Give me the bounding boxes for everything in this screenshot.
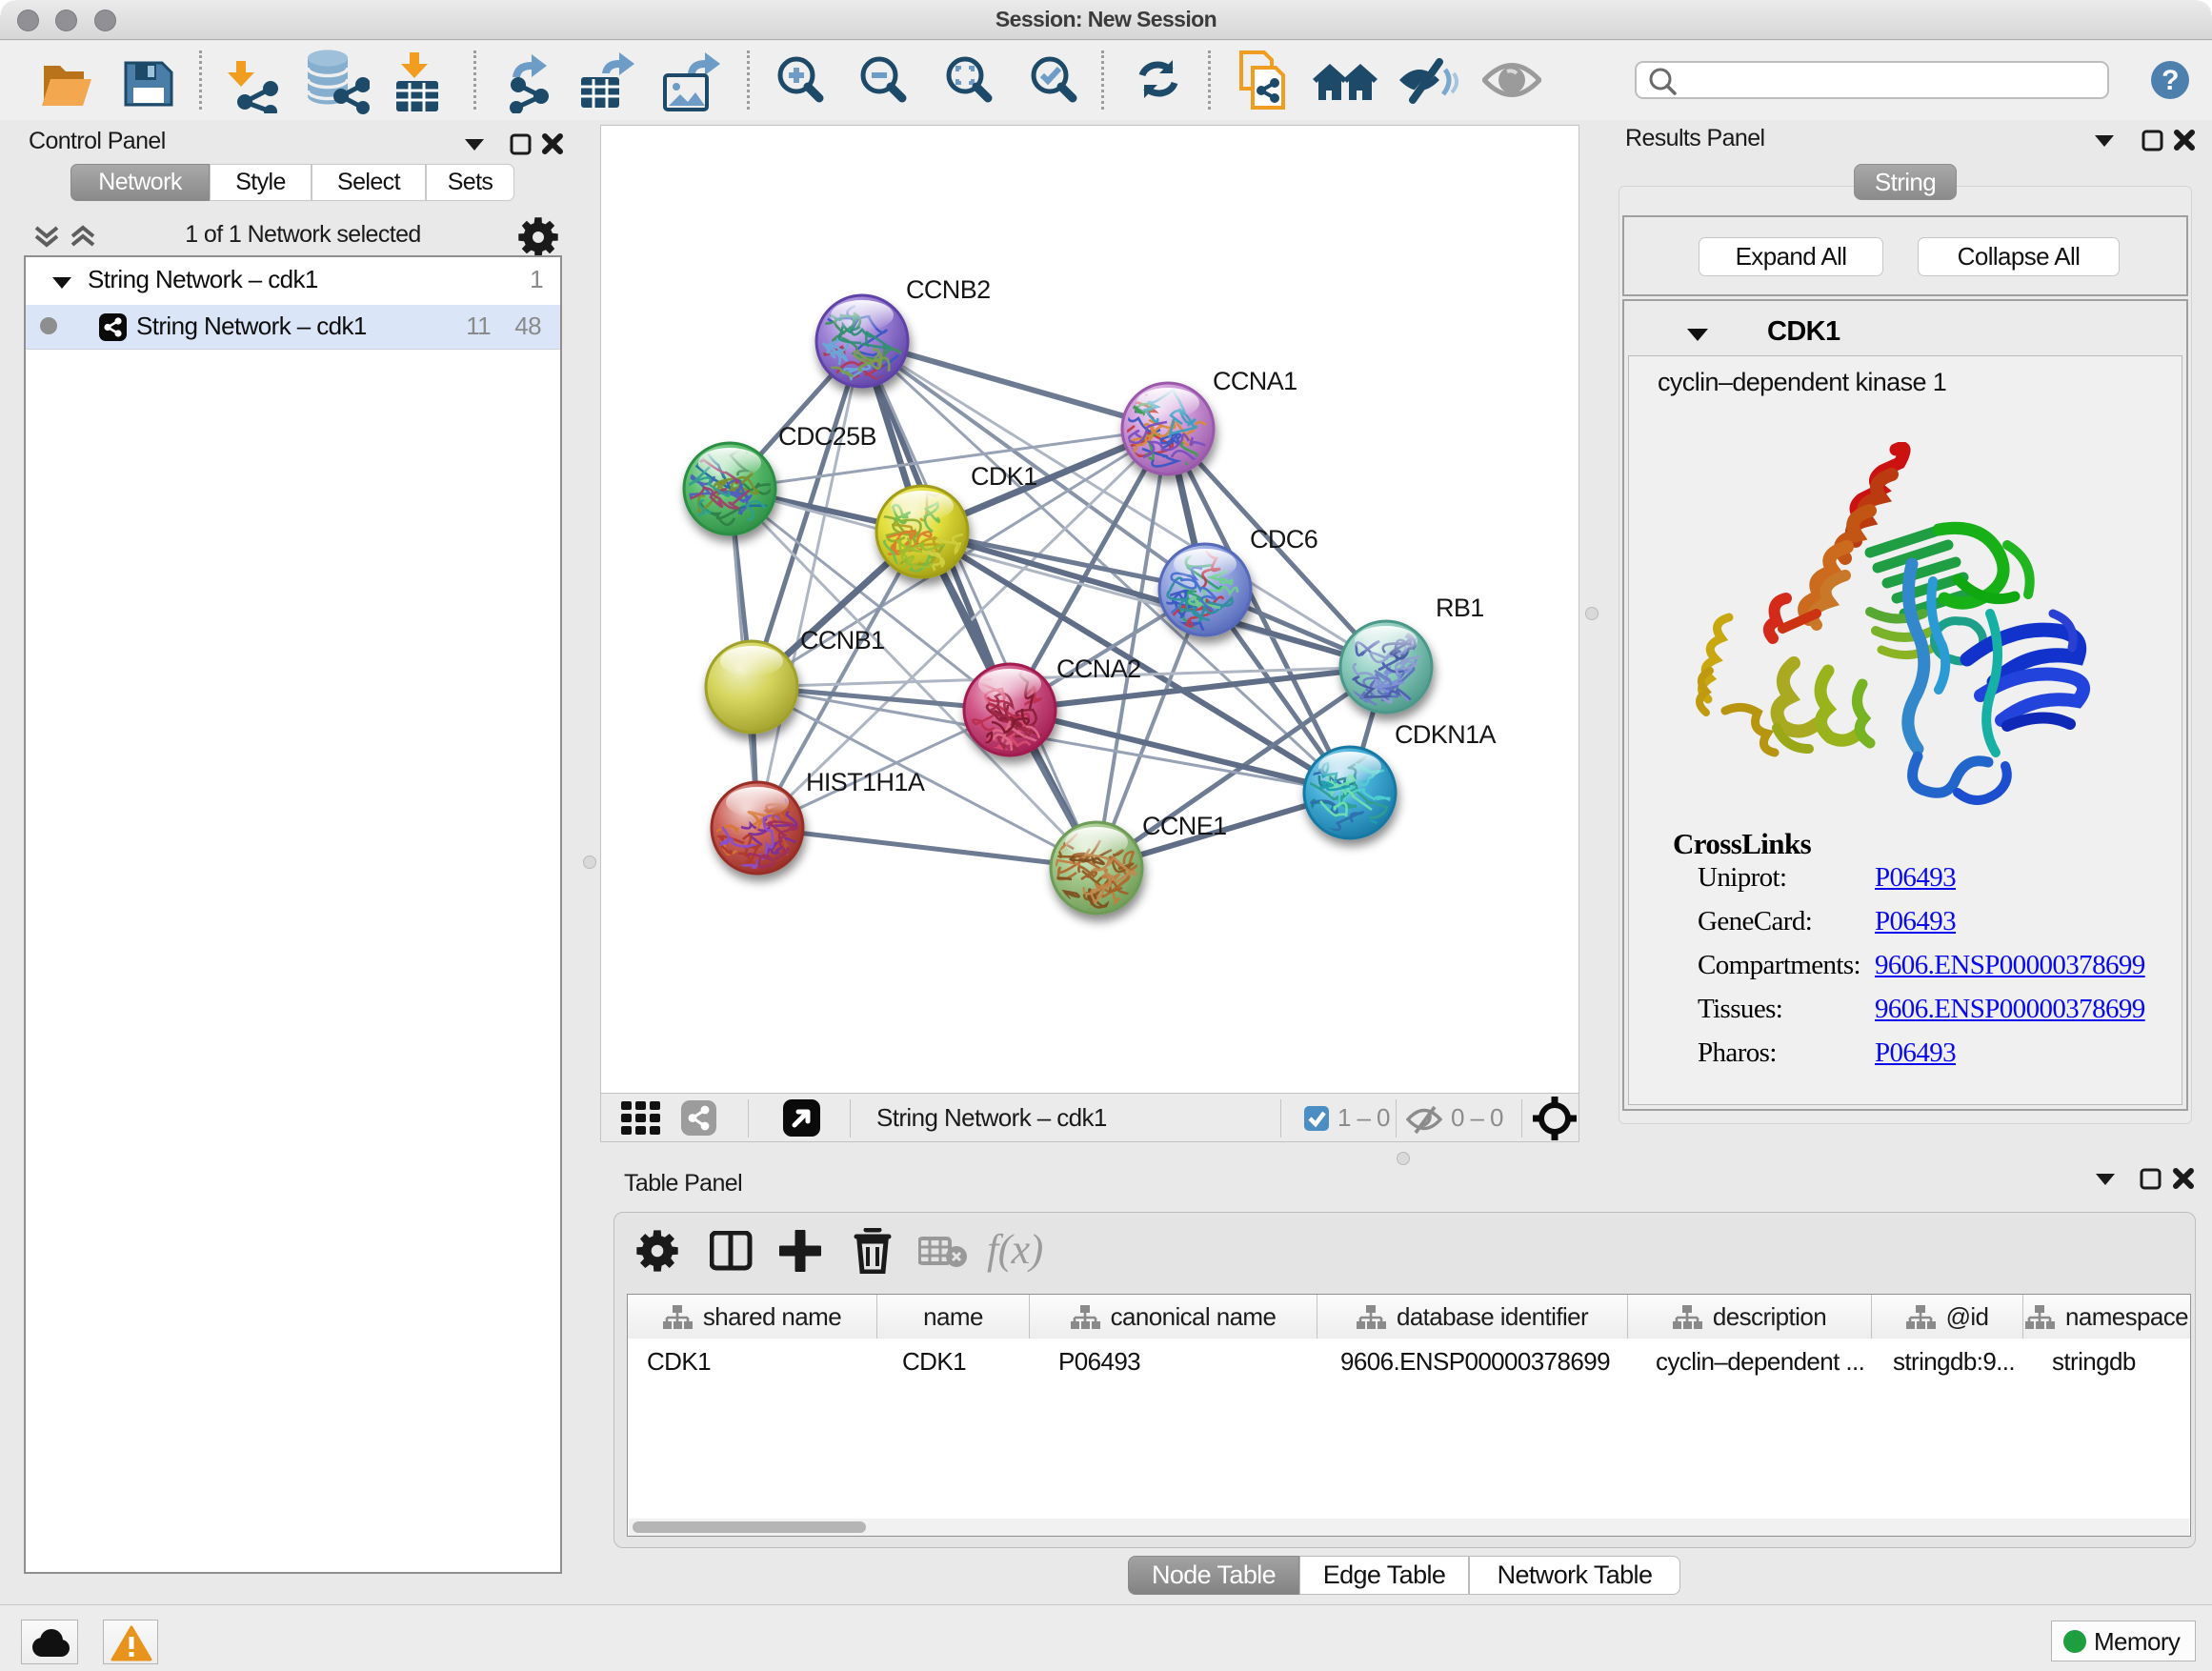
- svg-text:CDK1: CDK1: [971, 462, 1037, 491]
- svg-text:CDKN1A: CDKN1A: [1395, 720, 1497, 749]
- svg-text:CCNB2: CCNB2: [906, 275, 991, 304]
- svg-text:CCNB1: CCNB1: [800, 626, 885, 654]
- svg-text:CCNA2: CCNA2: [1056, 654, 1141, 683]
- svg-text:CDC25B: CDC25B: [778, 422, 876, 451]
- svg-text:CCNE1: CCNE1: [1142, 812, 1227, 840]
- svg-text:CCNA1: CCNA1: [1213, 367, 1297, 395]
- svg-text:CDC6: CDC6: [1250, 525, 1317, 554]
- svg-text:RB1: RB1: [1436, 594, 1484, 622]
- svg-text:?: ?: [2162, 65, 2179, 96]
- svg-text:HIST1H1A: HIST1H1A: [806, 768, 925, 796]
